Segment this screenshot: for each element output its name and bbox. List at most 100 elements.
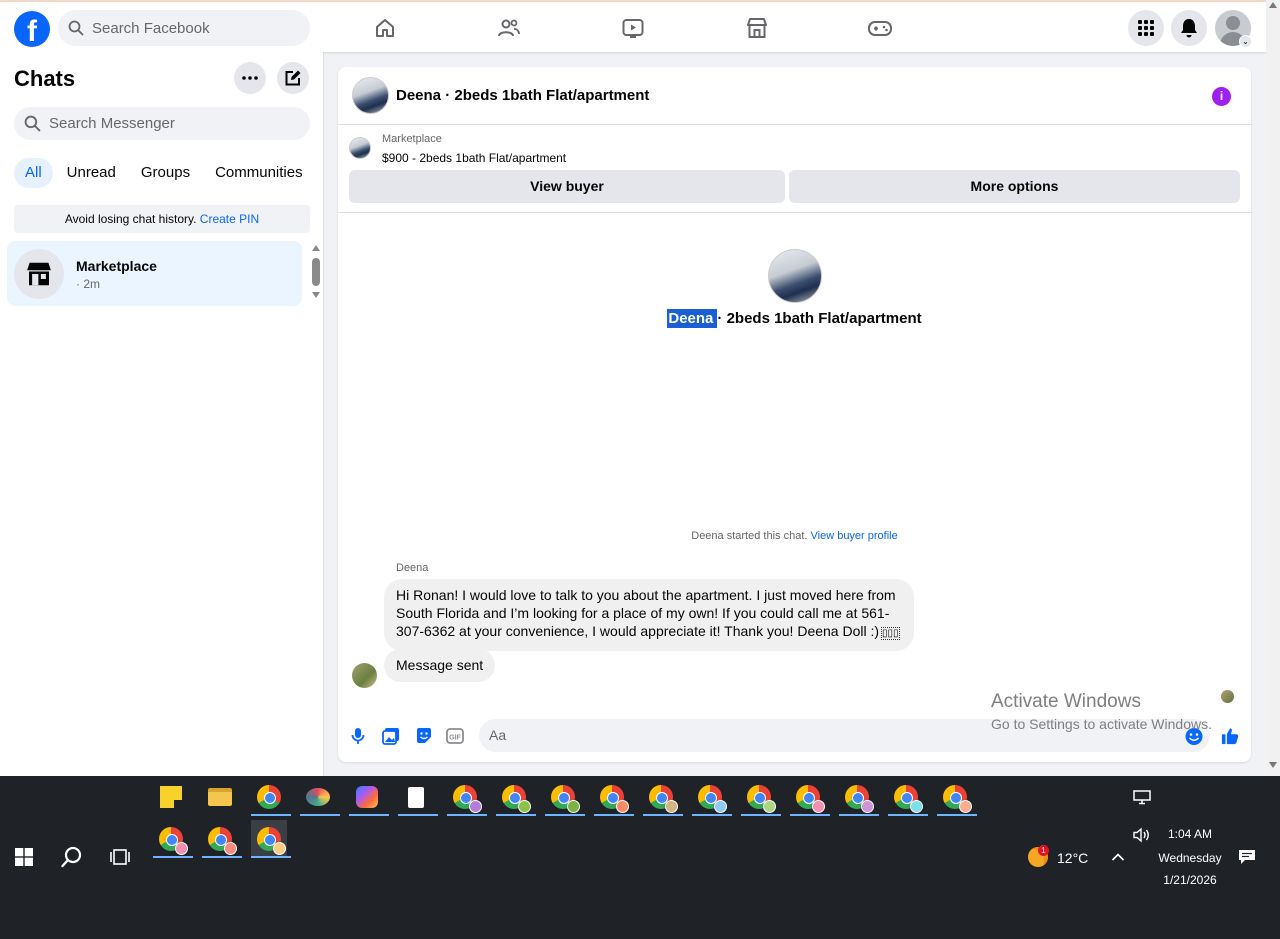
chat-filters: All Unread Groups Communities xyxy=(14,158,317,188)
network-icon[interactable] xyxy=(1124,778,1160,816)
file-explorer-icon[interactable] xyxy=(202,778,238,816)
sender-avatar[interactable] xyxy=(352,663,377,688)
top-navbar: f Search Facebook ⌄ xyxy=(0,0,1266,52)
chrome-profile-icon[interactable] xyxy=(937,778,977,816)
chrome-profile-icon[interactable] xyxy=(594,778,634,816)
filter-groups[interactable]: Groups xyxy=(130,158,201,188)
page-scrollbar[interactable] xyxy=(1266,0,1280,776)
paint-icon[interactable] xyxy=(300,778,340,816)
windows-taskbar: 1 12°C 1:04 AM Wednesday 1/21/2026 xyxy=(0,776,1280,939)
listing-photo-large xyxy=(768,249,822,303)
microphone-icon[interactable] xyxy=(349,727,367,745)
message-bubble[interactable]: Hi Ronan! I would love to talk to you ab… xyxy=(384,579,914,651)
more-options-button[interactable]: More options xyxy=(789,170,1240,203)
avatar-head xyxy=(1226,16,1240,30)
more-options-icon[interactable] xyxy=(234,62,266,94)
facebook-search-input[interactable]: Search Facebook xyxy=(58,10,310,46)
marketplace-icon[interactable] xyxy=(743,14,771,42)
facebook-search-placeholder: Search Facebook xyxy=(92,19,210,37)
notifications-icon[interactable] xyxy=(1171,10,1207,46)
listing-avatar[interactable] xyxy=(352,77,389,114)
temperature[interactable]: 12°C xyxy=(1057,850,1088,866)
watermark-line-1: Activate Windows xyxy=(991,691,1141,712)
chevron-down-icon[interactable]: ⌄ xyxy=(1239,35,1252,48)
filter-unread[interactable]: Unread xyxy=(56,158,127,188)
seen-avatar xyxy=(1221,690,1234,703)
chrome-profile-icon[interactable] xyxy=(545,778,585,816)
sidebar-scrollbar[interactable] xyxy=(312,258,320,286)
search-icon[interactable] xyxy=(54,838,90,876)
watermark-line-2: Go to Settings to activate Windows. xyxy=(991,716,1212,732)
chrome-profile-icon[interactable] xyxy=(643,778,683,816)
chrome-profile-icon-active[interactable] xyxy=(251,820,291,858)
view-buyer-button[interactable]: View buyer xyxy=(349,170,785,203)
chrome-profile-icon[interactable] xyxy=(790,778,830,816)
chrome-profile-icon[interactable] xyxy=(496,778,536,816)
pin-notice-text: Avoid losing chat history. xyxy=(64,212,197,226)
selected-name: Deena xyxy=(667,309,718,328)
copilot-icon[interactable] xyxy=(349,778,389,816)
task-view-icon[interactable] xyxy=(102,838,138,876)
filter-communities[interactable]: Communities xyxy=(204,158,314,188)
chrome-profile-icon[interactable] xyxy=(202,820,242,858)
notepad-icon[interactable] xyxy=(398,778,438,816)
search-icon xyxy=(24,115,41,132)
friends-icon[interactable] xyxy=(495,14,523,42)
conversation-title-rest: · 2beds 1bath Flat/apartment xyxy=(717,310,922,327)
sticker-icon[interactable] xyxy=(415,727,433,745)
info-icon[interactable]: i xyxy=(1212,87,1231,106)
started-text: Deena started this chat. xyxy=(691,530,808,542)
scroll-down-arrow[interactable] xyxy=(312,292,320,298)
chats-title: Chats xyxy=(14,66,76,91)
scroll-up-arrow[interactable] xyxy=(1269,2,1277,8)
scroll-down-arrow[interactable] xyxy=(1269,762,1277,768)
search-icon xyxy=(68,20,84,36)
chrome-profile-icon[interactable] xyxy=(741,778,781,816)
facebook-logo[interactable]: f xyxy=(14,11,50,47)
notifications-icon[interactable] xyxy=(1229,838,1265,876)
message-bubble-sent[interactable]: Message sent xyxy=(384,649,496,682)
scroll-up-arrow[interactable] xyxy=(312,245,320,251)
marketplace-listing-bar: Marketplace $900 - 2beds 1bath Flat/apar… xyxy=(338,125,1251,213)
clock-time[interactable]: 1:04 AM xyxy=(1153,827,1227,841)
chrome-profile-icon[interactable] xyxy=(447,778,487,816)
pin-notice: Avoid losing chat history. Create PIN xyxy=(14,205,310,233)
chrome-profile-icon[interactable] xyxy=(888,778,928,816)
chevron-up-icon[interactable] xyxy=(1100,838,1136,876)
marketplace-label: Marketplace xyxy=(382,133,442,145)
like-icon[interactable] xyxy=(1221,727,1239,745)
marketplace-icon xyxy=(27,262,51,286)
chat-title[interactable]: Deena · 2beds 1bath Flat/apartment xyxy=(396,87,649,104)
menu-grid-icon[interactable] xyxy=(1128,10,1164,46)
chrome-profile-icon[interactable] xyxy=(692,778,732,816)
clock-day[interactable]: Wednesday xyxy=(1153,851,1227,865)
chrome-profile-icon[interactable] xyxy=(153,820,193,858)
chrome-icon[interactable] xyxy=(251,778,291,816)
chrome-profile-icon[interactable] xyxy=(839,778,879,816)
weather-icon[interactable]: 1 xyxy=(1020,838,1056,876)
filter-all[interactable]: All xyxy=(14,158,53,188)
clock-date[interactable]: 1/21/2026 xyxy=(1153,873,1227,887)
windows-start-icon[interactable] xyxy=(6,838,42,876)
chat-list-item[interactable]: Marketplace · 2m xyxy=(7,241,302,306)
weather-badge: 1 xyxy=(1038,845,1049,856)
chat-time: · 2m xyxy=(76,277,100,291)
video-icon[interactable] xyxy=(619,14,647,42)
photo-icon[interactable] xyxy=(382,727,400,745)
listing-price[interactable]: $900 - 2beds 1bath Flat/apartment xyxy=(382,151,566,165)
conversation-title: Deena · 2beds 1bath Flat/apartment xyxy=(338,309,1251,328)
listing-thumbnail[interactable] xyxy=(349,137,371,159)
messenger-search-placeholder: Search Messenger xyxy=(49,115,175,132)
chat-header: Deena · 2beds 1bath Flat/apartment i xyxy=(338,67,1251,125)
message-text: Hi Ronan! I would love to talk to you ab… xyxy=(396,587,896,639)
sticky-notes-icon[interactable] xyxy=(153,778,189,816)
gaming-icon[interactable] xyxy=(866,14,894,42)
create-pin-link[interactable]: Create PIN xyxy=(200,212,259,226)
home-icon[interactable] xyxy=(371,14,399,42)
emoji-glyph: ▯▯▯ xyxy=(881,627,900,640)
new-message-icon[interactable] xyxy=(277,62,309,94)
messenger-search-input[interactable]: Search Messenger xyxy=(14,107,310,140)
gif-icon[interactable]: GIF xyxy=(446,727,464,745)
svg-text:GIF: GIF xyxy=(449,735,461,742)
view-buyer-profile-link[interactable]: View buyer profile xyxy=(811,530,898,542)
